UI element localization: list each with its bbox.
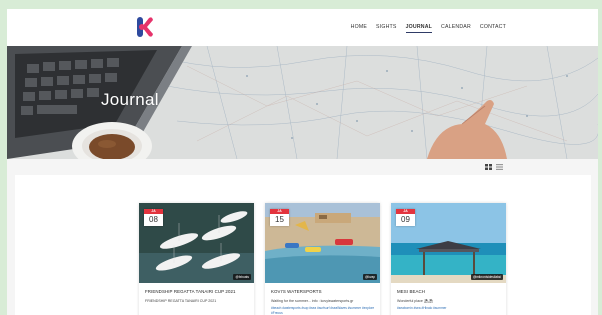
site-header: HOME SIGHTS JOURNAL CALENDAR CONTACT: [7, 9, 598, 46]
card-tags: #beach #watersports #sup #sea #surfsurf …: [271, 306, 375, 315]
date-day: 09: [401, 215, 410, 224]
date-badge: JA 15: [270, 209, 289, 226]
card-title[interactable]: KOVI'S WATERSPORTS: [271, 289, 322, 294]
instagram-handle: @kvap: [363, 274, 377, 280]
grid-view-icon[interactable]: [485, 164, 492, 170]
nav-home[interactable]: HOME: [351, 24, 367, 33]
hero-image: [7, 46, 598, 159]
card-text: FRIENDSHIP REGATTA TANAIRI CUP 2021: [145, 299, 217, 303]
instagram-handle: @mikronisidesilaksi: [470, 274, 503, 280]
card-text: Wonderful place ⛱⛱: [397, 299, 434, 303]
date-badge: JA 09: [396, 209, 415, 226]
card-title[interactable]: MESI BEACH: [397, 289, 425, 294]
journal-card[interactable]: JA 09 @mikronisidesilaksi MESI BEACH Won…: [391, 203, 506, 315]
hero-title: Journal: [101, 90, 159, 109]
date-day: 08: [149, 215, 158, 224]
nav-journal[interactable]: JOURNAL: [405, 24, 433, 33]
page: HOME SIGHTS JOURNAL CALENDAR CONTACT Jou…: [7, 9, 598, 315]
main-nav: HOME SIGHTS JOURNAL CALENDAR CONTACT: [351, 24, 506, 33]
hero-banner: Journal: [7, 46, 598, 159]
card-image[interactable]: JA 08 @fxboats: [139, 203, 254, 283]
date-badge: JA 08: [144, 209, 163, 226]
list-view-icon[interactable]: [496, 164, 503, 170]
site-logo[interactable]: [137, 17, 153, 37]
card-image[interactable]: JA 15 @kvap: [265, 203, 380, 283]
nav-sights[interactable]: SIGHTS: [376, 24, 397, 33]
journal-card[interactable]: JA 08 @fxboats FRIENDSHIP REGATTA TANAIR…: [139, 203, 254, 315]
view-toggle: [485, 164, 503, 170]
card-title[interactable]: FRIENDSHIP REGATTA TANAIRI CUP 2021: [145, 289, 236, 294]
card-image[interactable]: JA 09 @mikronisidesilaksi: [391, 203, 506, 283]
nav-contact[interactable]: CONTACT: [480, 24, 506, 33]
date-day: 15: [275, 215, 284, 224]
card-tags: #seabornin #sea #Hlnalo #summer: [397, 306, 447, 310]
journal-list: JA 08 @fxboats FRIENDSHIP REGATTA TANAIR…: [15, 175, 591, 315]
instagram-handle: @fxboats: [233, 274, 251, 280]
card-text: Waiting for the summer... info : kovyisw…: [271, 299, 354, 303]
journal-card[interactable]: JA 15 @kvap KOVI'S WATERSPORTS Waiting f…: [265, 203, 380, 315]
nav-calendar[interactable]: CALENDAR: [441, 24, 471, 33]
